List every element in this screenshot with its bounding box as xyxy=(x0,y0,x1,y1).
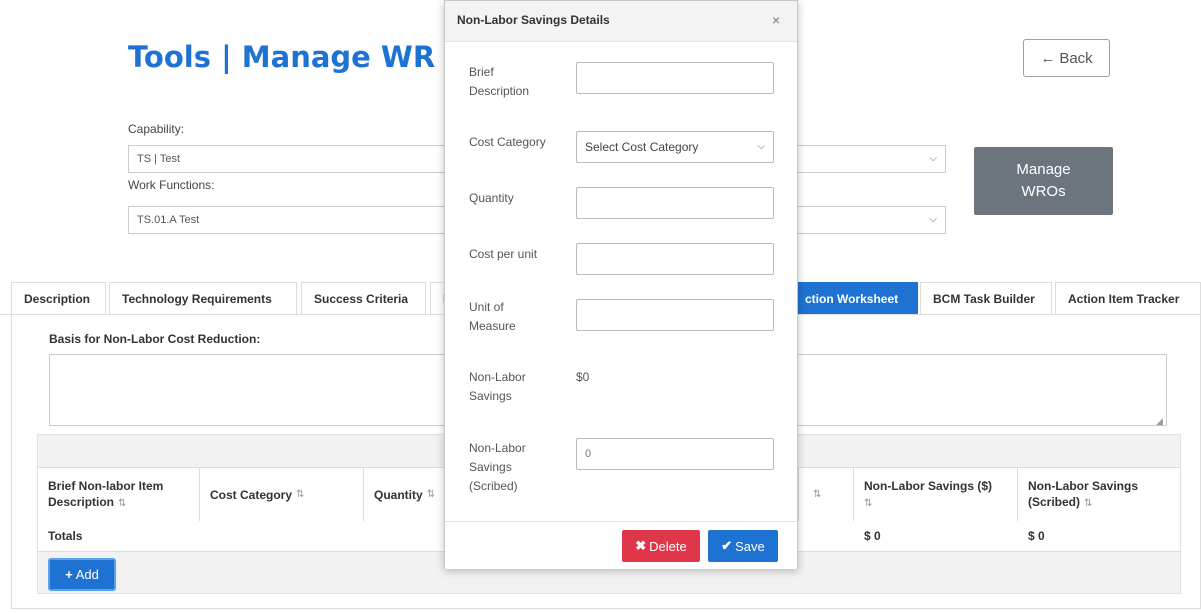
cost-per-unit-input[interactable] xyxy=(576,243,774,275)
unit-of-measure-label: Unit of Measure xyxy=(469,300,516,333)
times-icon: ✖ xyxy=(635,538,647,553)
totals-savings: $ 0 xyxy=(864,529,881,543)
back-button[interactable]: ← Back xyxy=(1023,39,1110,77)
sort-icon: ⇅ xyxy=(118,498,127,509)
delete-button[interactable]: ✖ Delete xyxy=(622,530,700,562)
non-labor-savings-label: Non-Labor Savings xyxy=(469,370,526,403)
non-labor-savings-scribed-input[interactable]: 0 xyxy=(576,438,774,470)
close-icon[interactable]: × xyxy=(772,12,780,28)
col-non-labor-savings-scribed[interactable]: Non-Labor Savings (Scribed) ⇅ xyxy=(1018,468,1180,522)
work-functions-value: TS.01.A Test xyxy=(137,214,200,226)
tab-bcm-task-builder[interactable]: BCM Task Builder xyxy=(920,282,1052,314)
tab-action-item-tracker[interactable]: Action Item Tracker xyxy=(1055,282,1201,314)
tab-success-criteria[interactable]: Success Criteria xyxy=(301,282,426,314)
capability-value: TS | Test xyxy=(137,153,181,165)
brief-description-input[interactable] xyxy=(576,62,774,94)
col-description[interactable]: Brief Non-labor Item Description ⇅ xyxy=(38,468,200,522)
modal-header: Non-Labor Savings Details × xyxy=(445,1,797,42)
manage-label-line2: WROs xyxy=(1021,183,1066,200)
plus-icon: + xyxy=(65,567,73,582)
add-label: Add xyxy=(75,567,99,582)
capability-label: Capability: xyxy=(128,122,185,136)
work-functions-label: Work Functions: xyxy=(128,178,215,192)
manage-wros-button[interactable]: Manage WROs xyxy=(974,147,1113,215)
manage-label-line1: Manage xyxy=(1016,161,1071,178)
non-labor-savings-modal: Non-Labor Savings Details × Brief Descri… xyxy=(444,0,798,569)
modal-title: Non-Labor Savings Details xyxy=(457,13,610,27)
quantity-input[interactable] xyxy=(576,187,774,219)
save-button[interactable]: ✔ Save xyxy=(708,530,778,562)
page-title: Tools | Manage WR xyxy=(128,40,436,74)
check-icon: ✔ xyxy=(721,538,733,553)
col-non-labor-savings[interactable]: Non-Labor Savings ($) ⇅ xyxy=(854,468,1018,522)
modal-footer: ✖ Delete ✔ Save xyxy=(445,521,797,569)
resize-handle-icon[interactable]: ◢ xyxy=(1156,416,1163,427)
totals-label: Totals xyxy=(48,529,83,543)
tab-cost-reduction-worksheet[interactable]: ction Worksheet xyxy=(792,282,918,314)
back-label: Back xyxy=(1059,49,1093,67)
unit-of-measure-input[interactable] xyxy=(576,299,774,331)
brief-description-label: Brief Description xyxy=(469,65,530,98)
col-quantity[interactable]: Quantity ⇅ xyxy=(364,468,454,522)
cost-per-unit-label: Cost per unit xyxy=(469,247,538,261)
sort-icon: ⇅ xyxy=(864,498,873,509)
arrow-left-icon: ← xyxy=(1040,49,1056,67)
quantity-label: Quantity xyxy=(469,191,514,205)
col-cost-category[interactable]: Cost Category ⇅ xyxy=(200,468,364,522)
tab-description[interactable]: Description xyxy=(11,282,106,314)
tab-technology-requirements[interactable]: Technology Requirements xyxy=(109,282,297,314)
sort-icon: ⇅ xyxy=(1084,498,1093,509)
col-hidden[interactable]: ⇅ xyxy=(798,468,854,522)
chevron-down-icon: ⌵ xyxy=(757,141,765,152)
cost-category-select[interactable]: Select Cost Category ⌵ xyxy=(576,131,774,163)
non-labor-savings-value: $0 xyxy=(576,370,590,384)
chevron-down-icon: ⌵ xyxy=(929,214,937,225)
sort-icon: ⇅ xyxy=(296,489,305,500)
non-labor-savings-scribed-label: Non-Labor Savings (Scribed) xyxy=(469,441,526,493)
add-button[interactable]: + Add xyxy=(48,558,116,591)
basis-label: Basis for Non-Labor Cost Reduction: xyxy=(49,332,261,346)
chevron-down-icon: ⌵ xyxy=(929,153,937,164)
sort-icon: ⇅ xyxy=(813,489,822,500)
totals-scribed: $ 0 xyxy=(1028,529,1045,543)
sort-icon: ⇅ xyxy=(426,489,436,500)
cost-category-label: Cost Category xyxy=(469,135,546,149)
